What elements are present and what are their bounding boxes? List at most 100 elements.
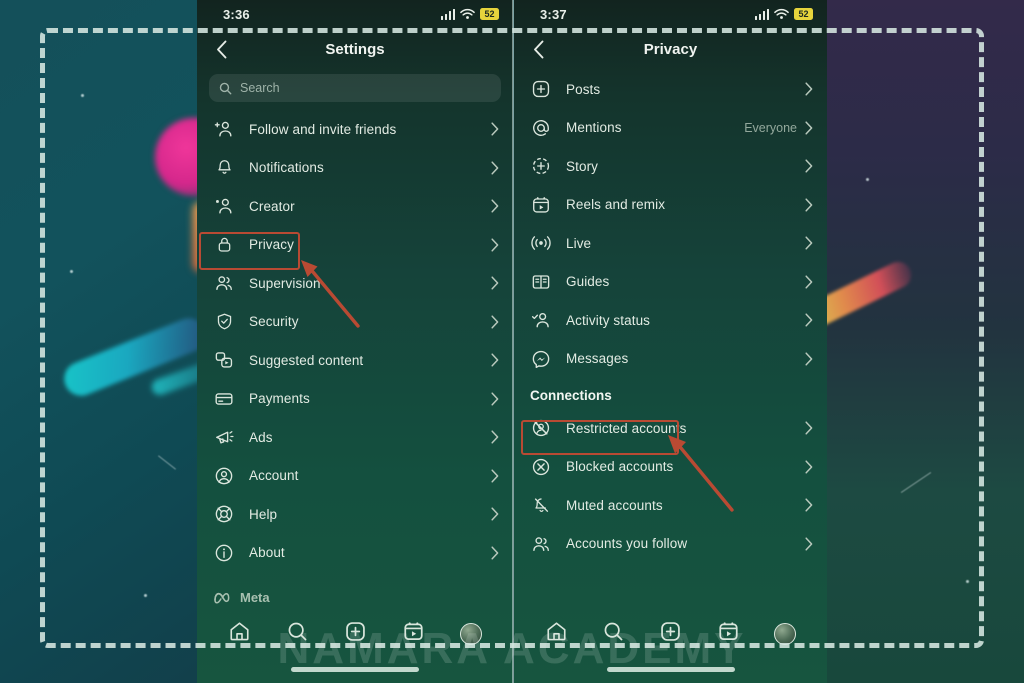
chevron-right-icon	[805, 460, 813, 474]
mentions-at-icon	[530, 117, 552, 139]
nav-reels-icon[interactable]	[402, 620, 425, 648]
info-circle-icon	[213, 542, 235, 564]
chevron-right-icon	[491, 353, 499, 367]
meta-infinity-icon	[214, 592, 230, 604]
privacy-row-label: Mentions	[566, 120, 622, 136]
chevron-right-icon	[805, 82, 813, 96]
privacy-row-muted-accounts[interactable]: Muted accounts	[514, 486, 827, 525]
suggested-content-icon	[213, 349, 235, 371]
section-header-connections: Connections	[530, 388, 612, 403]
creator-icon	[213, 195, 235, 217]
wifi-icon	[774, 8, 789, 19]
live-broadcast-icon	[530, 232, 552, 254]
settings-row-label: Payments	[249, 391, 310, 407]
settings-row-privacy[interactable]: Privacy	[197, 226, 513, 265]
bottom-nav-left	[197, 611, 513, 657]
privacy-row-label: Activity status	[566, 312, 651, 328]
chevron-right-icon	[805, 352, 813, 366]
search-placeholder: Search	[240, 81, 280, 95]
lock-icon	[213, 234, 235, 256]
nav-reels-icon[interactable]	[717, 620, 740, 648]
privacy-row-messages[interactable]: Messages	[514, 340, 827, 379]
privacy-row-story[interactable]: Story	[514, 147, 827, 186]
settings-row-help[interactable]: Help	[197, 495, 513, 534]
privacy-row-label: Reels and remix	[566, 197, 666, 213]
privacy-row-activity-status[interactable]: Activity status	[514, 301, 827, 340]
chevron-right-icon	[491, 315, 499, 329]
phone-screenshot-settings: 3:36 52 Settings Search Follow and invit…	[197, 0, 513, 683]
lifebuoy-icon	[213, 503, 235, 525]
settings-row-label: Supervision	[249, 275, 321, 291]
privacy-row-posts[interactable]: Posts	[514, 70, 827, 109]
privacy-header: Privacy	[514, 28, 827, 70]
chevron-right-icon	[805, 275, 813, 289]
nav-search-icon[interactable]	[602, 620, 625, 648]
sparkle-decoration	[144, 594, 147, 597]
back-chevron-icon[interactable]	[526, 37, 550, 61]
phone-screenshot-privacy: 3:37 52 Privacy Posts Mentions Everyone …	[514, 0, 827, 683]
privacy-row-reels-and-remix[interactable]: Reels and remix	[514, 186, 827, 225]
chevron-right-icon	[491, 430, 499, 444]
home-indicator-right	[606, 667, 735, 672]
privacy-row-guides[interactable]: Guides	[514, 263, 827, 302]
chevron-right-icon	[491, 161, 499, 175]
settings-row-follow-and-invite-friends[interactable]: Follow and invite friends	[197, 110, 513, 149]
chevron-right-icon	[491, 469, 499, 483]
chevron-right-icon	[805, 159, 813, 173]
meta-brand-footer: Meta	[197, 576, 513, 605]
privacy-list: Posts Mentions Everyone Story Reels and …	[514, 70, 827, 567]
sparkle-decoration	[81, 94, 84, 97]
nav-create-plus-icon[interactable]	[659, 620, 682, 648]
settings-row-security[interactable]: Security	[197, 303, 513, 342]
settings-header: Settings	[197, 28, 513, 70]
status-bar-clock: 3:36	[223, 6, 250, 22]
settings-row-notifications[interactable]: Notifications	[197, 149, 513, 188]
status-bar-clock: 3:37	[540, 6, 567, 22]
settings-row-suggested-content[interactable]: Suggested content	[197, 341, 513, 380]
sparkle-decoration	[966, 580, 969, 583]
privacy-row-label: Messages	[566, 351, 629, 367]
privacy-row-accounts-you-follow[interactable]: Accounts you follow	[514, 525, 827, 564]
nav-profile-avatar-icon[interactable]	[773, 623, 796, 645]
chevron-right-icon	[805, 421, 813, 435]
status-bar-right: 3:37 52	[514, 0, 827, 28]
battery-indicator: 52	[794, 8, 813, 20]
privacy-row-mentions[interactable]: Mentions Everyone	[514, 109, 827, 148]
settings-row-creator[interactable]: Creator	[197, 187, 513, 226]
settings-row-about[interactable]: About	[197, 534, 513, 573]
back-chevron-icon[interactable]	[209, 37, 233, 61]
credit-card-icon	[213, 388, 235, 410]
nav-search-icon[interactable]	[286, 620, 309, 648]
settings-row-payments[interactable]: Payments	[197, 380, 513, 419]
activity-status-icon	[530, 309, 552, 331]
settings-row-account[interactable]: Account	[197, 457, 513, 496]
privacy-row-label: Guides	[566, 274, 610, 290]
chevron-right-icon	[805, 537, 813, 551]
settings-row-label: Help	[249, 506, 278, 522]
megaphone-icon	[213, 426, 235, 448]
nav-profile-avatar-icon[interactable]	[459, 623, 482, 645]
panel-divider	[512, 0, 514, 683]
privacy-row-label: Story	[566, 158, 599, 174]
nav-create-plus-icon[interactable]	[344, 620, 367, 648]
signal-icon	[440, 8, 455, 20]
privacy-row-restricted-accounts[interactable]: Restricted accounts	[514, 409, 827, 448]
nav-home-icon[interactable]	[228, 620, 251, 648]
privacy-row-live[interactable]: Live	[514, 224, 827, 263]
muted-accounts-icon	[530, 494, 552, 516]
status-bar-indicators: 52	[754, 8, 813, 20]
settings-row-ads[interactable]: Ads	[197, 418, 513, 457]
privacy-row-blocked-accounts[interactable]: Blocked accounts	[514, 448, 827, 487]
battery-indicator: 52	[480, 8, 499, 20]
nav-home-icon[interactable]	[545, 620, 568, 648]
settings-row-label: Suggested content	[249, 352, 364, 368]
chevron-right-icon	[491, 122, 499, 136]
chevron-right-icon	[491, 276, 499, 290]
privacy-row-label: Accounts you follow	[566, 536, 688, 552]
chevron-right-icon	[805, 313, 813, 327]
background-wallpaper-right	[824, 0, 1024, 683]
chevron-right-icon	[805, 498, 813, 512]
privacy-row-label: Live	[566, 235, 592, 251]
search-input[interactable]: Search	[209, 74, 501, 102]
settings-row-supervision[interactable]: Supervision	[197, 264, 513, 303]
